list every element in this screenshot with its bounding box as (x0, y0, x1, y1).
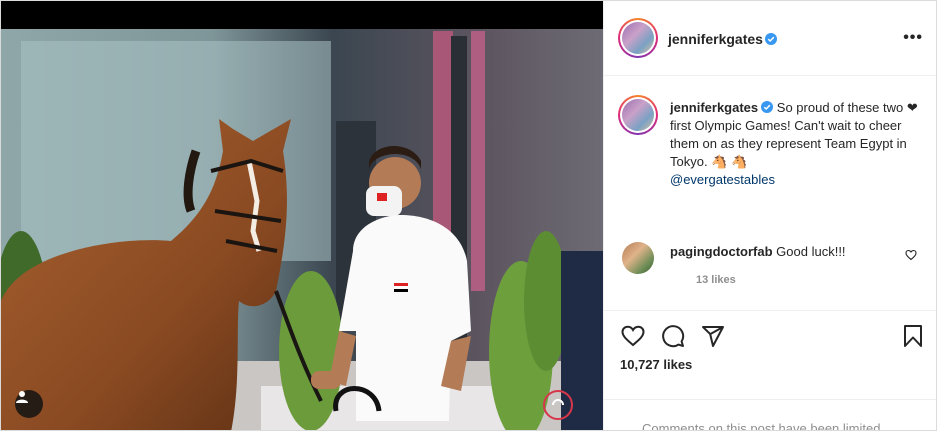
comment-username[interactable]: pagingdoctorfab (670, 244, 773, 259)
tagged-users-button[interactable] (15, 390, 43, 418)
comment-button[interactable] (660, 323, 686, 349)
commenter-avatar[interactable] (622, 242, 654, 274)
author-avatar[interactable] (618, 18, 658, 58)
more-options-button[interactable]: ••• (903, 29, 923, 47)
heart-outline-icon (621, 325, 645, 347)
post-actions: 10,727 likes (604, 310, 936, 400)
comments-footer: Comments on this post have been limited. (604, 399, 936, 431)
post-side-panel: jenniferkgates ••• jenniferkgates So pro… (603, 1, 936, 431)
caption-text: jenniferkgates So proud of these two ❤ f… (670, 99, 926, 189)
save-button[interactable] (900, 323, 926, 349)
photo-illustration (1, 1, 603, 430)
post-header: jenniferkgates ••• (604, 1, 936, 76)
comments-section: jenniferkgates So proud of these two ❤ f… (604, 77, 936, 309)
paper-plane-icon (702, 326, 724, 347)
like-button[interactable] (620, 323, 646, 349)
comments-limited-notice: Comments on this post have been limited. (642, 421, 885, 431)
bookmark-icon (904, 325, 922, 347)
comment-body: Good luck!!! (776, 244, 846, 259)
comment-likes-count[interactable]: 13 likes (696, 274, 736, 286)
post-photo[interactable] (1, 1, 603, 430)
caption-avatar[interactable] (618, 95, 658, 135)
likes-count[interactable]: 10,727 likes (620, 357, 692, 372)
comment-bubble-icon (662, 325, 685, 348)
comment-like-heart-icon[interactable] (905, 249, 917, 261)
share-button[interactable] (700, 323, 726, 349)
author-username[interactable]: jenniferkgates (668, 31, 763, 47)
verified-badge-icon (761, 101, 774, 113)
caption-mention-link[interactable]: @evergatestables (670, 172, 775, 187)
caption-username[interactable]: jenniferkgates (670, 100, 758, 115)
instagram-post-modal: jenniferkgates ••• jenniferkgates So pro… (0, 0, 937, 431)
person-icon (16, 391, 28, 403)
comment-text: pagingdoctorfab Good luck!!! (670, 243, 846, 261)
verified-badge-icon (765, 33, 777, 45)
